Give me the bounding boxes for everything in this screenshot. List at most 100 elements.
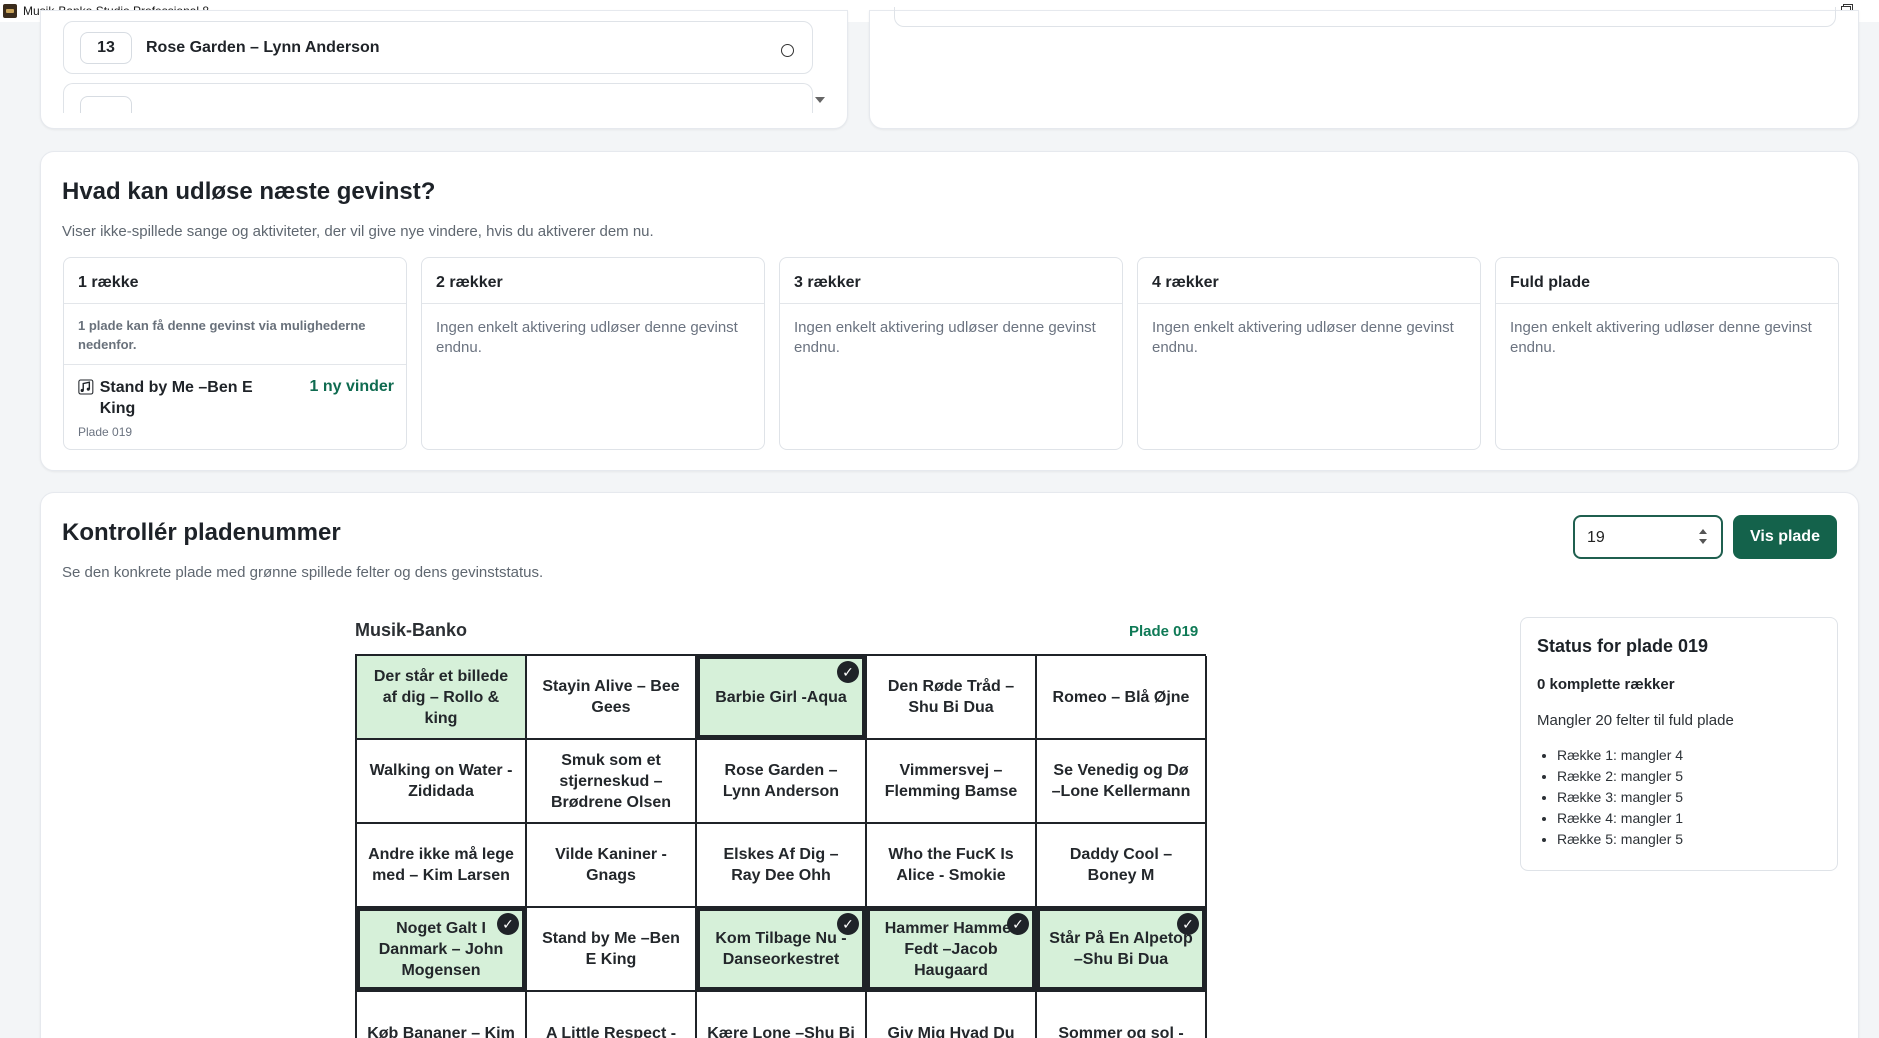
plate-number-input[interactable]: 19 [1573,515,1723,559]
board-cell: Kære Lone –Shu Bi [697,992,867,1038]
song-title: Rose Garden – Lynn Anderson [146,38,380,56]
board-cell-label: Kom Tilbage Nu -Danseorkestret [715,930,847,968]
board-cell-label: Rose Garden – Lynn Anderson [722,762,840,800]
gain-column-2-rows: 2 rækker Ingen enkelt aktivering udløser… [421,257,765,450]
checkmark-icon: ✓ [1177,913,1199,935]
check-plate-card: Kontrollér pladenummer Se den konkrete p… [40,492,1859,1038]
board-cell-label: Barbie Girl -Aqua [715,688,847,706]
board-cell: Elskes Af Dig – Ray Dee Ohh [697,824,867,908]
row-status-list: Række 1: mangler 4 Række 2: mangler 5 Ræ… [1537,745,1821,850]
board-cell-label: Køb Bananer – Kim [367,1024,515,1038]
board-cell-label: Kære Lone –Shu Bi [707,1024,855,1038]
song-list-card: 13 Rose Garden – Lynn Anderson [40,10,848,129]
board-cell: A Little Respect - [527,992,697,1038]
board-cell: Vilde Kaniner - Gnags [527,824,697,908]
song-list-item[interactable] [63,83,813,113]
missing-fields-text: Mangler 20 felter til fuld plade [1537,712,1734,729]
checkmark-icon: ✓ [837,913,859,935]
board-cell: Noget Galt I Danmark – John Mogensen ✓ [357,908,527,992]
board-cell-label: Elskes Af Dig – Ray Dee Ohh [723,846,839,884]
board-cell-label: Romeo – Blå Øjne [1052,688,1190,706]
song-number: 13 [80,31,132,64]
board-cell-label: Who the FucK Is Alice - Smokie [888,846,1014,884]
gain-column-3-rows: 3 rækker Ingen enkelt aktivering udløser… [779,257,1123,450]
board-cell-label: Se Venedig og Dø –Lone Kellermann [1051,762,1191,800]
gain-empty-text: Ingen enkelt aktivering udløser denne ge… [794,319,1096,356]
board-cell-label: Stayin Alive – Bee Gees [542,678,680,716]
section-title: Kontrollér pladenummer [62,519,341,546]
board-cell-label: Smuk som et stjerneskud –Brødrene Olsen [550,751,672,811]
board-cell: Hammer Hammer Fedt –Jacob Haugaard ✓ [867,908,1037,992]
board-cell: Daddy Cool – Boney M [1037,824,1207,908]
board-cell: Stayin Alive – Bee Gees [527,656,697,740]
gain-empty-text: Ingen enkelt aktivering udløser denne ge… [436,319,738,356]
board-cell-label: Walking on Water -Zididada [369,762,513,800]
board-cell: Who the FucK Is Alice - Smokie [867,824,1037,908]
gain-song-title: Stand by Me –Ben E King [99,379,253,417]
checkmark-icon: ✓ [837,661,859,683]
gain-column-heading: Fuld plade [1496,258,1838,304]
next-gain-card: Hvad kan udløse næste gevinst? Viser ikk… [40,151,1859,471]
gain-candidate[interactable]: Stand by Me –Ben E King 1 ny vinder Plad… [64,365,406,449]
board-cell-label: Den Røde Tråd – Shu Bi Dua [887,678,1015,716]
checkmark-icon: ✓ [497,913,519,935]
board-cell-label: Sommer og sol - [1058,1024,1184,1038]
board-cell: Stand by Me –Ben E King [527,908,697,992]
right-panel-card [869,7,1859,129]
board-cell: Køb Bananer – Kim [357,992,527,1038]
app-icon [3,4,17,18]
right-panel-field [894,7,1836,27]
board-cell-label: Vimmersvej – Flemming Bamse [884,762,1018,800]
board-cell: Sommer og sol - [1037,992,1207,1038]
spinner-arrows-icon[interactable] [1699,529,1709,547]
board-cell-label: Andre ikke må lege med – Kim Larsen [368,846,514,884]
board-cell: Andre ikke må lege med – Kim Larsen [357,824,527,908]
board-cell: Barbie Girl -Aqua ✓ [697,656,867,740]
board-cell: Kom Tilbage Nu -Danseorkestret ✓ [697,908,867,992]
gain-column-full-plate: Fuld plade Ingen enkelt aktivering udløs… [1495,257,1839,450]
board-cell: Vimmersvej – Flemming Bamse [867,740,1037,824]
gain-column-heading: 4 rækker [1138,258,1480,304]
board-cell: Rose Garden – Lynn Anderson [697,740,867,824]
board-cell-label: Stand by Me –Ben E King [542,930,680,968]
board-cell: Romeo – Blå Øjne [1037,656,1207,740]
new-winner-count: 1 ny vinder [309,378,394,395]
music-note-icon [78,379,94,395]
gain-empty-text: Ingen enkelt aktivering udløser denne ge… [1510,319,1812,356]
gain-column-4-rows: 4 rækker Ingen enkelt aktivering udløser… [1137,257,1481,450]
song-number [80,96,132,113]
song-list-item[interactable]: 13 Rose Garden – Lynn Anderson [63,21,813,74]
board-label: Musik-Banko [355,620,468,640]
scroll-down-arrow-icon[interactable] [815,97,825,103]
board-cell-label: Står På En Alpetop –Shu Bi Dua [1049,930,1193,968]
board-plate-number: Plade 019 [1129,623,1199,640]
board-cell-label: A Little Respect - [545,1024,677,1038]
gain-column-1-row: 1 række 1 plade kan få denne gevinst via… [63,257,407,450]
section-title: Hvad kan udløse næste gevinst? [62,178,436,205]
complete-rows-count: 0 komplette rækker [1537,676,1675,693]
board-cell: Står På En Alpetop –Shu Bi Dua ✓ [1037,908,1207,992]
row-status-item: Række 1: mangler 4 [1557,745,1821,766]
row-status-item: Række 2: mangler 5 [1557,766,1821,787]
section-subtitle: Se den konkrete plade med grønne spilled… [62,564,544,581]
plate-status-panel: Status for plade 019 0 komplette rækker … [1520,617,1838,871]
board-cell: Se Venedig og Dø –Lone Kellermann [1037,740,1207,824]
gain-column-heading: 1 række [64,258,406,304]
board-cell: Walking on Water -Zididada [357,740,527,824]
gain-empty-text: Ingen enkelt aktivering udløser denne ge… [1152,319,1454,356]
board-cell-label: Giv Mig Hvad Du [887,1024,1015,1038]
gain-plate-number: Plade 019 [78,425,133,439]
board-cell: Giv Mig Hvad Du [867,992,1037,1038]
status-title: Status for plade 019 [1537,636,1709,656]
gain-column-heading: 2 rækker [422,258,764,304]
board-cell: Smuk som et stjerneskud –Brødrene Olsen [527,740,697,824]
section-subtitle: Viser ikke-spillede sange og aktiviteter… [62,223,654,240]
checkmark-icon: ✓ [1007,913,1029,935]
board-cell-label: Der står et billede af dig – Rollo & kin… [373,667,509,727]
board-cell-label: Hammer Hammer Fedt –Jacob Haugaard [884,919,1018,979]
gain-column-heading: 3 rækker [780,258,1122,304]
board-cell-label: Vilde Kaniner - Gnags [555,846,667,884]
song-select-radio[interactable] [781,44,794,57]
show-plate-button[interactable]: Vis plade [1733,515,1837,559]
board-cell: Der står et billede af dig – Rollo & kin… [357,656,527,740]
